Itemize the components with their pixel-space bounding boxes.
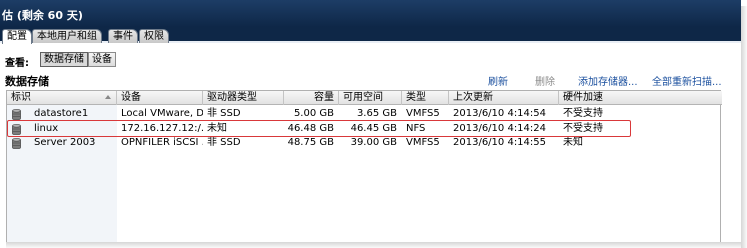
datastore-icon bbox=[12, 138, 21, 149]
cell-type: VMFS5 bbox=[406, 108, 440, 119]
cell-free-space: 3.65 GB bbox=[356, 108, 397, 119]
cell-id: Server 2003 bbox=[34, 137, 96, 148]
column-header-id-label: 标识 bbox=[11, 92, 31, 103]
table-row[interactable]: datastore1 Local VMware, Di... 非 SSD 5.0… bbox=[7, 107, 720, 121]
cell-free-space: 46.45 GB bbox=[350, 123, 397, 134]
tab-permissions[interactable]: 权限 bbox=[139, 29, 169, 43]
tab-config[interactable]: 配置 bbox=[2, 29, 32, 44]
cell-hw-accel: 未知 bbox=[563, 137, 583, 148]
cell-device: 172.16.127.12:/... bbox=[121, 123, 203, 134]
cell-id: linux bbox=[34, 123, 59, 134]
table-row[interactable]: Server 2003 OPNFILER iSCSI ... 非 SSD 48.… bbox=[7, 136, 720, 150]
cell-drive-type: 非 SSD bbox=[207, 137, 241, 148]
datastore-icon bbox=[12, 124, 21, 135]
add-storage-link[interactable]: 添加存储器... bbox=[578, 73, 638, 88]
column-header-last-update[interactable]: 上次更新 bbox=[449, 91, 559, 105]
cell-hw-accel: 不受支持 bbox=[563, 108, 603, 119]
column-header-hw-accel[interactable]: 硬件加速 bbox=[559, 91, 720, 105]
screenshot-shadow-right bbox=[741, 6, 747, 248]
cell-capacity: 5.00 GB bbox=[293, 108, 334, 119]
cell-last-update: 2013/6/10 4:14:54 bbox=[453, 108, 547, 119]
column-header-free-space[interactable]: 可用空间 bbox=[339, 91, 402, 105]
cell-hw-accel: 不受支持 bbox=[563, 123, 603, 134]
cell-id: datastore1 bbox=[34, 108, 89, 119]
cell-drive-type: 未知 bbox=[207, 123, 227, 134]
tab-events[interactable]: 事件 bbox=[108, 29, 138, 43]
section-title: 数据存储 bbox=[5, 75, 49, 88]
column-header-device[interactable]: 设备 bbox=[117, 91, 203, 105]
datastore-icon bbox=[12, 109, 21, 120]
cell-capacity: 46.48 GB bbox=[287, 123, 334, 134]
vsphere-config-panel: 估 (剩余 60 天) 配置 本地用户和组 事件 权限 查看: 数据存储 设备 … bbox=[0, 0, 741, 242]
table-row-selected[interactable]: linux 172.16.127.12:/... 未知 46.48 GB 46.… bbox=[7, 122, 720, 136]
cell-device: OPNFILER iSCSI ... bbox=[121, 137, 203, 148]
table-header: 标识 设备 驱动器类型 容量 可用空间 类型 上次更新 硬件加速 bbox=[7, 91, 722, 105]
screenshot-shadow-bottom bbox=[6, 242, 747, 248]
cell-type: NFS bbox=[406, 123, 426, 134]
cell-capacity: 48.75 GB bbox=[287, 137, 334, 148]
column-header-type[interactable]: 类型 bbox=[402, 91, 449, 105]
tab-strip: 配置 本地用户和组 事件 权限 bbox=[0, 27, 741, 44]
view-devices-button[interactable]: 设备 bbox=[88, 52, 116, 67]
window-title: 估 (剩余 60 天) bbox=[0, 0, 741, 27]
column-header-capacity[interactable]: 容量 bbox=[284, 91, 339, 105]
tab-local-users-groups[interactable]: 本地用户和组 bbox=[32, 29, 102, 43]
refresh-link[interactable]: 刷新 bbox=[488, 73, 508, 88]
rescan-all-link[interactable]: 全部重新扫描... bbox=[652, 73, 722, 88]
cell-last-update: 2013/6/10 4:14:55 bbox=[453, 137, 547, 148]
view-label: 查看: bbox=[5, 58, 29, 69]
cell-drive-type: 非 SSD bbox=[207, 108, 241, 119]
delete-link[interactable]: 删除 bbox=[535, 73, 555, 88]
cell-free-space: 39.00 GB bbox=[350, 137, 397, 148]
column-header-drive-type[interactable]: 驱动器类型 bbox=[203, 91, 284, 105]
column-header-id[interactable]: 标识 bbox=[7, 91, 117, 105]
cell-last-update: 2013/6/10 4:14:24 bbox=[453, 123, 547, 134]
datastores-table: 标识 设备 驱动器类型 容量 可用空间 类型 上次更新 硬件加速 datasto… bbox=[6, 90, 722, 242]
cell-device: Local VMware, Di... bbox=[121, 108, 203, 119]
sort-ascending-icon bbox=[105, 95, 111, 99]
cell-type: VMFS5 bbox=[406, 137, 440, 148]
view-datastores-button[interactable]: 数据存储 bbox=[40, 52, 88, 67]
